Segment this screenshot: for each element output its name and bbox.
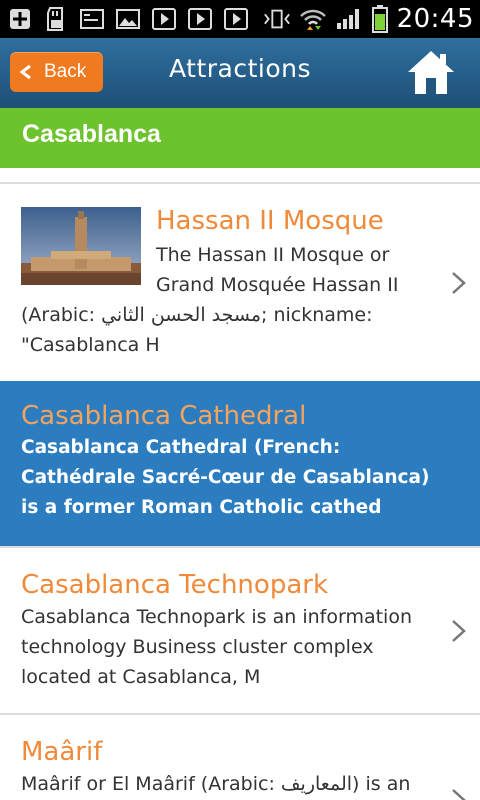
chevron-right-icon: [450, 270, 468, 296]
item-description: The Hassan II Mosque or Grand Mosquée Ha…: [156, 244, 399, 296]
vibrate-icon: [263, 7, 291, 31]
status-bar: 20:45: [0, 0, 480, 38]
attractions-list: Hassan II Mosque The Hassan II Mosque or…: [0, 182, 480, 800]
terminal-icon: [78, 7, 106, 31]
item-name: Hassan II Mosque: [156, 206, 384, 236]
sd-card-icon: [42, 7, 70, 31]
app-header: Back Attractions: [0, 38, 480, 108]
list-item[interactable]: Casablanca Technopark Casablanca Technop…: [0, 548, 480, 713]
signal-icon: [335, 7, 363, 31]
battery-icon: [371, 5, 389, 33]
add-icon: [6, 7, 34, 31]
chevron-right-icon: [450, 618, 468, 644]
chevron-right-icon: [450, 787, 468, 800]
item-name: Casablanca Technopark: [21, 570, 328, 600]
city-name: Casablanca: [22, 120, 161, 148]
item-description-continued: (Arabic: مسجد الحسن الثاني; nickname: "C…: [21, 304, 373, 356]
item-name: Maârif: [21, 737, 103, 767]
city-bar: Casablanca: [0, 108, 480, 168]
wifi-icon: [299, 7, 327, 31]
mosque-thumbnail: [21, 207, 141, 285]
item-description: Casablanca Cathedral (French: Cathédrale…: [21, 437, 430, 518]
notification-icons: [0, 7, 250, 31]
home-icon[interactable]: [406, 48, 456, 96]
play-icon: [186, 7, 214, 31]
play-icon: [150, 7, 178, 31]
item-description: Casablanca Technopark is an information …: [21, 606, 412, 688]
list-item-selected[interactable]: Casablanca Cathedral Casablanca Cathedra…: [0, 381, 480, 546]
list-item[interactable]: Hassan II Mosque The Hassan II Mosque or…: [0, 184, 480, 381]
item-name: Casablanca Cathedral: [21, 401, 307, 431]
item-description: Maârif or El Maârif (Arabic: المعاريف) i…: [21, 773, 411, 795]
image-icon: [114, 7, 142, 31]
list-item[interactable]: Maârif Maârif or El Maârif (Arabic: المع…: [0, 715, 480, 800]
play-icon: [222, 7, 250, 31]
clock: 20:45: [396, 4, 474, 34]
